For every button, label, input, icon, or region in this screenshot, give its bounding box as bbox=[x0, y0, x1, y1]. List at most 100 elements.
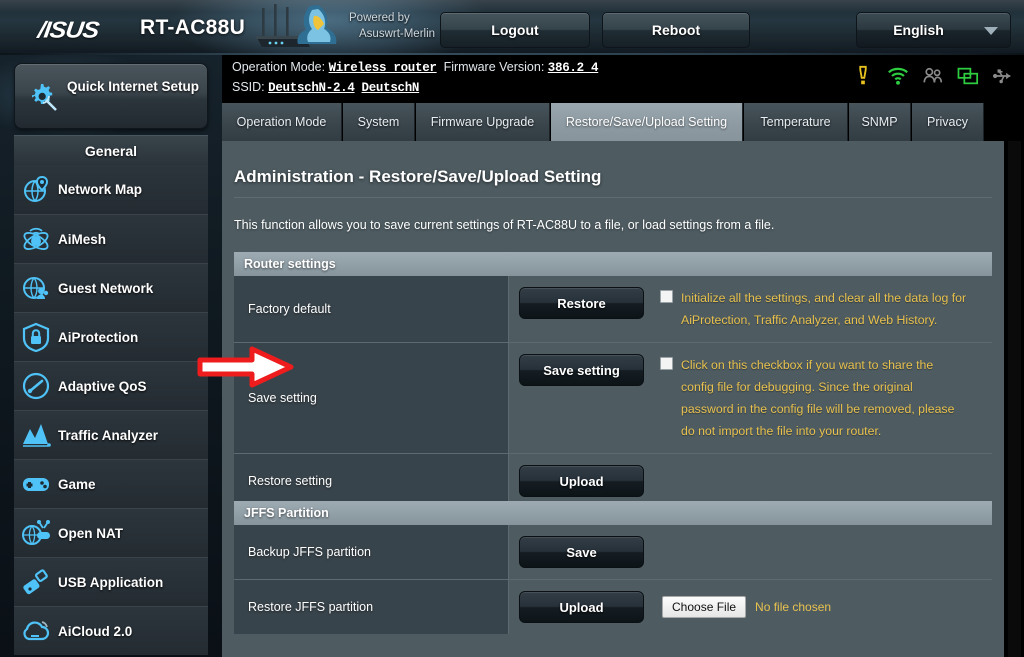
mesh-node-icon bbox=[14, 224, 58, 254]
status-info-text: Operation Mode: Wireless router Firmware… bbox=[232, 58, 599, 98]
gear-wand-icon bbox=[32, 84, 57, 111]
sidebar-item-label: Open NAT bbox=[58, 525, 123, 541]
quick-internet-setup-label: Quick Internet Setup bbox=[67, 79, 200, 94]
choose-file-button[interactable]: Choose File bbox=[662, 596, 747, 618]
table-row: Factory default Restore Initialize all the… bbox=[234, 276, 992, 343]
firmware-value[interactable]: 386.2_4 bbox=[548, 61, 599, 75]
clients-icon[interactable] bbox=[922, 65, 944, 87]
speedometer-icon bbox=[14, 371, 58, 401]
operation-mode-label: Operation Mode: bbox=[232, 60, 326, 74]
operation-mode-value[interactable]: Wireless router bbox=[329, 61, 437, 75]
sidebar-item-network-map[interactable]: Network Map bbox=[14, 165, 208, 214]
sidebar-item-open-nat[interactable]: Open NAT bbox=[14, 508, 208, 557]
tab-temperature[interactable]: Temperature bbox=[744, 103, 848, 141]
row-controls: Upload Choose File No file chosen bbox=[509, 580, 992, 634]
tab-privacy[interactable]: Privacy bbox=[912, 103, 984, 141]
chart-peaks-icon bbox=[14, 420, 58, 450]
router-penguin-icon bbox=[256, 4, 337, 47]
cloud-icon bbox=[14, 616, 58, 646]
logout-button[interactable]: Logout bbox=[440, 12, 590, 48]
hint-line: Click on this checkbox if you want to sh… bbox=[681, 358, 934, 372]
status-line-2: SSID: DeutschN-2.4 DeutschN bbox=[232, 78, 598, 98]
gamepad-icon bbox=[14, 469, 58, 499]
tab-system[interactable]: System bbox=[343, 103, 415, 141]
title-divider bbox=[234, 197, 992, 198]
sidebar-item-label: Guest Network bbox=[58, 280, 154, 296]
row-label: Backup JFFS partition bbox=[234, 525, 509, 579]
hint-text: Initialize all the settings, and clear a… bbox=[681, 287, 966, 331]
language-label: English bbox=[893, 22, 944, 38]
tab-firmware-upgrade[interactable]: Firmware Upgrade bbox=[416, 103, 550, 141]
hint-group: Click on this checkbox if you want to sh… bbox=[644, 354, 954, 442]
table-row: Restore setting Upload bbox=[234, 454, 992, 508]
status-icon-tray bbox=[852, 65, 1014, 87]
chevron-down-icon bbox=[984, 27, 998, 35]
file-status-text: No file chosen bbox=[755, 600, 832, 614]
sidebar-item-adaptive-qos[interactable]: Adaptive QoS bbox=[14, 361, 208, 410]
sidebar-item-label: USB Application bbox=[58, 574, 164, 590]
hint-text: Click on this checkbox if you want to sh… bbox=[681, 354, 954, 442]
upload-button[interactable]: Upload bbox=[519, 465, 644, 497]
sidebar: Quick Internet Setup General Network Map… bbox=[0, 55, 222, 657]
page-description: This function allows you to save current… bbox=[234, 218, 775, 232]
sidebar-item-label: Game bbox=[58, 476, 96, 492]
globe-gamepad-icon bbox=[14, 518, 58, 548]
language-selector[interactable]: English bbox=[856, 12, 1011, 48]
sidebar-section-general: General bbox=[14, 135, 208, 165]
upload-button[interactable]: Upload bbox=[519, 591, 644, 623]
alert-icon[interactable] bbox=[852, 65, 874, 87]
shield-lock-icon bbox=[14, 322, 58, 352]
quick-internet-setup-button[interactable]: Quick Internet Setup bbox=[14, 63, 208, 129]
sidebar-item-label: AiProtection bbox=[58, 329, 139, 345]
row-checkbox[interactable] bbox=[660, 290, 673, 303]
tab-restore-save-upload-setting[interactable]: Restore/Save/Upload Setting bbox=[551, 103, 743, 141]
usb-icon[interactable] bbox=[992, 65, 1014, 87]
globe-users-icon bbox=[14, 273, 58, 303]
restore-button[interactable]: Restore bbox=[519, 287, 644, 319]
save-setting-button[interactable]: Save setting bbox=[519, 354, 644, 386]
vertical-scrollbar[interactable] bbox=[1008, 141, 1021, 657]
row-label: Restore setting bbox=[234, 454, 509, 508]
tab-operation-mode[interactable]: Operation Mode bbox=[222, 103, 342, 141]
main-panel: Administration - Restore/Save/Upload Set… bbox=[222, 141, 1004, 657]
red-pointer-arrow bbox=[197, 346, 294, 388]
save-button[interactable]: Save bbox=[519, 536, 644, 568]
sidebar-item-label: Traffic Analyzer bbox=[58, 427, 159, 443]
status-strip: Operation Mode: Wireless router Firmware… bbox=[222, 55, 1024, 103]
devices-icon[interactable] bbox=[957, 65, 979, 87]
ssid-value-24[interactable]: DeutschN-2.4 bbox=[268, 81, 355, 95]
tab-bar: Operation Mode System Firmware Upgrade Rest… bbox=[222, 103, 1024, 141]
router-model-name: RT-AC88U bbox=[140, 16, 246, 39]
row-checkbox[interactable] bbox=[660, 357, 673, 370]
tab-snmp[interactable]: SNMP bbox=[849, 103, 911, 141]
section-header-jffs-partition: JFFS Partition bbox=[234, 501, 992, 525]
sidebar-item-aicloud-2-0[interactable]: AiCloud 2.0 bbox=[14, 606, 208, 655]
row-label: Restore JFFS partition bbox=[234, 580, 509, 634]
row-controls: Restore Initialize all the settings, and … bbox=[509, 276, 992, 342]
reboot-button[interactable]: Reboot bbox=[602, 12, 750, 48]
page-title: Administration - Restore/Save/Upload Set… bbox=[234, 167, 602, 186]
table-row: Save setting Save setting Click on this ch… bbox=[234, 343, 992, 454]
table-row: Backup JFFS partition Save bbox=[234, 525, 992, 580]
powered-by-text: Powered by Asuswrt-Merlin bbox=[349, 10, 435, 42]
wifi-icon[interactable] bbox=[887, 65, 909, 87]
sidebar-item-guest-network[interactable]: Guest Network bbox=[14, 263, 208, 312]
sidebar-item-traffic-analyzer[interactable]: Traffic Analyzer bbox=[14, 410, 208, 459]
row-controls: Save bbox=[509, 525, 992, 579]
sidebar-item-aimesh[interactable]: AiMesh bbox=[14, 214, 208, 263]
banner-sheen bbox=[0, 0, 1024, 12]
sidebar-menu: Network Map AiMesh Guest Network AiProtecti… bbox=[14, 165, 208, 655]
file-picker[interactable]: Choose File No file chosen bbox=[662, 596, 831, 618]
hint-group: Initialize all the settings, and clear a… bbox=[644, 287, 966, 331]
hint-line: do not import the file into your router. bbox=[681, 424, 882, 438]
router-settings-table: Factory default Restore Initialize all the… bbox=[234, 276, 992, 508]
firmware-label: Firmware Version: bbox=[443, 60, 545, 74]
sidebar-item-usb-application[interactable]: USB Application bbox=[14, 557, 208, 606]
usb-stick-icon bbox=[14, 567, 58, 597]
ssid-value-5g[interactable]: DeutschN bbox=[362, 81, 420, 95]
sidebar-item-game[interactable]: Game bbox=[14, 459, 208, 508]
status-line-1: Operation Mode: Wireless router Firmware… bbox=[232, 58, 599, 78]
sidebar-item-aiprotection[interactable]: AiProtection bbox=[14, 312, 208, 361]
sidebar-item-label: Adaptive QoS bbox=[58, 378, 147, 394]
hint-line: config file for debugging. Since the ori… bbox=[681, 380, 913, 394]
